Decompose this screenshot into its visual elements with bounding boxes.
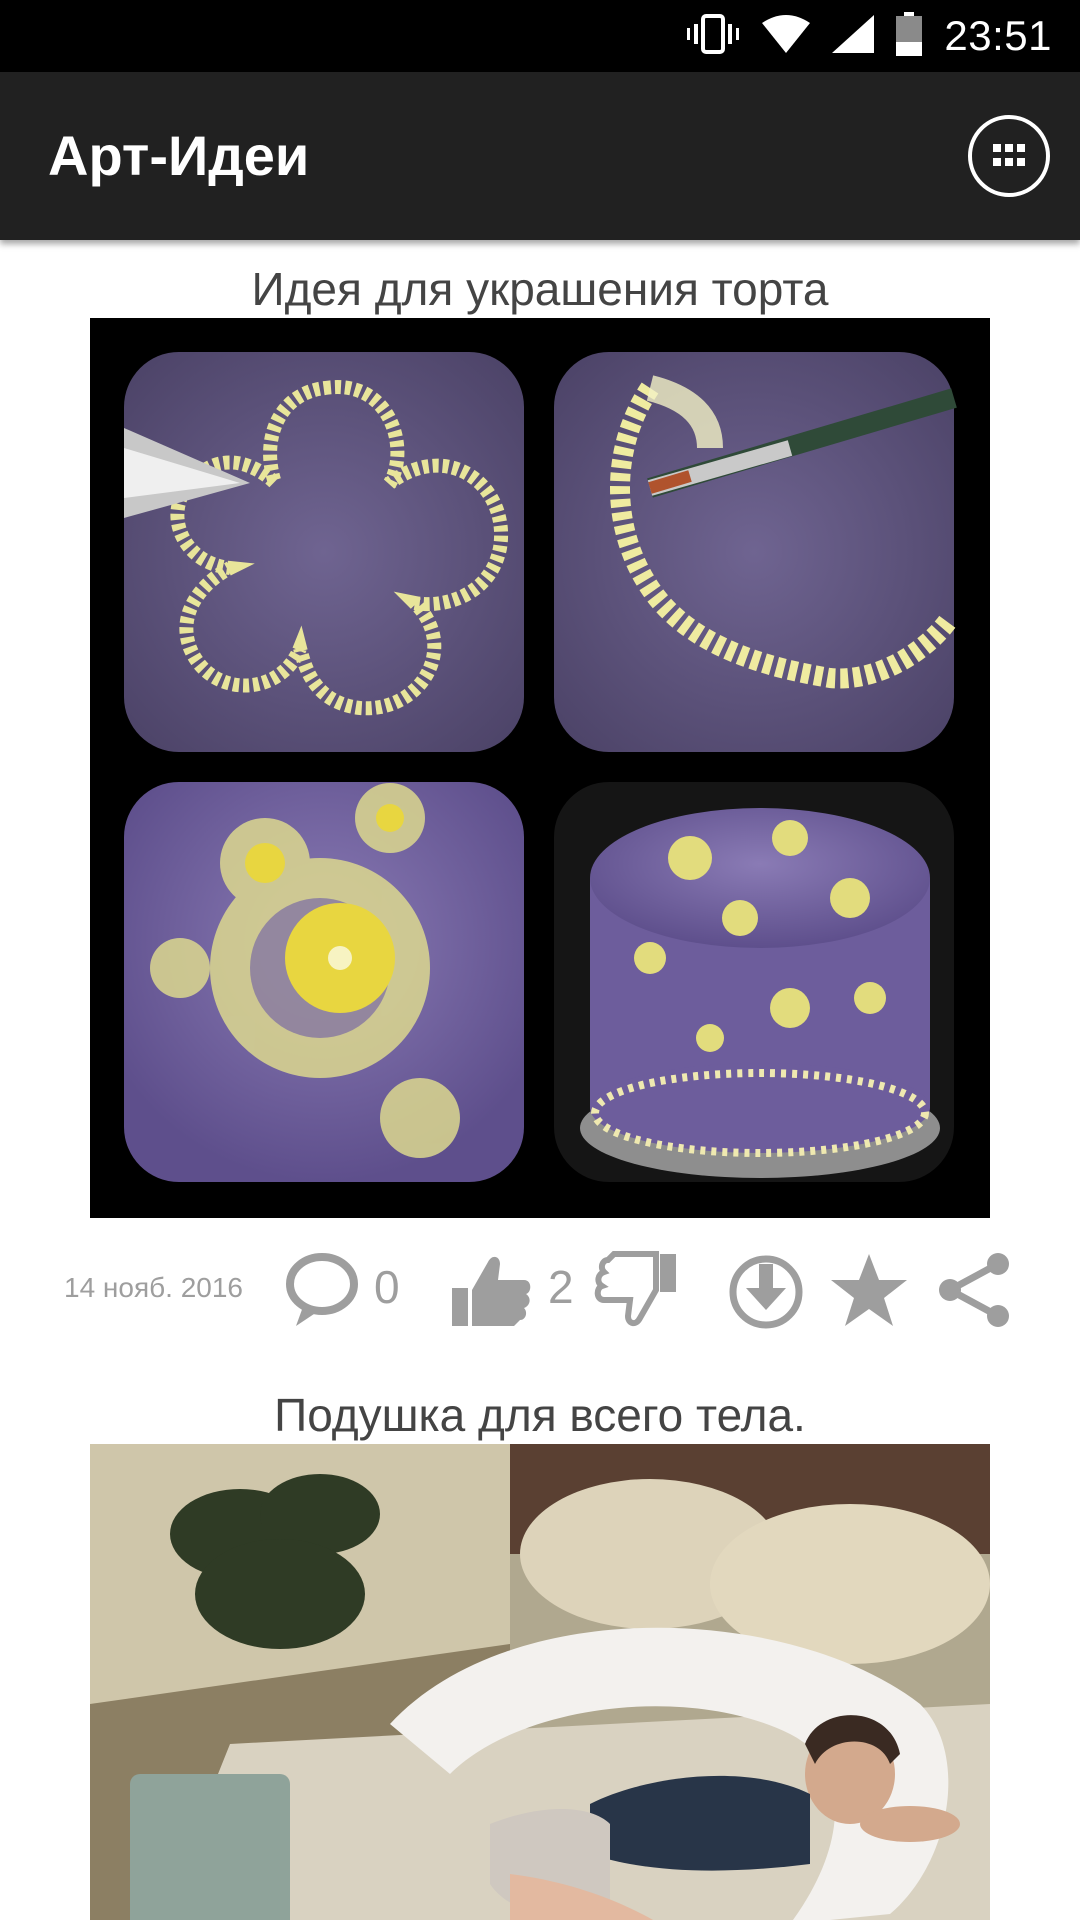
like-count: 2 <box>548 1261 574 1313</box>
post-image-pillow[interactable] <box>90 1444 990 1920</box>
post-title: Подушка для всего тела. <box>274 1389 806 1441</box>
grid-menu-icon <box>993 144 1025 166</box>
app-title: Арт-Идеи <box>48 124 310 187</box>
wifi-icon <box>762 14 811 58</box>
status-icons: 23:51 <box>686 0 1052 72</box>
status-bar: 23:51 <box>0 0 1080 72</box>
post-title: Идея для украшения торта <box>251 263 829 315</box>
comment-count: 0 <box>374 1261 400 1313</box>
grid-menu-button[interactable] <box>968 115 1050 197</box>
post-actions: 14 нояб. 2016 0 2 <box>0 1240 1080 1340</box>
post-image-cake[interactable] <box>90 318 990 1218</box>
feed[interactable]: Идея для украшения торта 14 нояб. 2016 0… <box>0 240 1080 1920</box>
vibrate-icon <box>686 13 740 59</box>
share-icon[interactable] <box>934 1250 1014 1330</box>
star-icon[interactable] <box>828 1250 910 1330</box>
signal-icon <box>832 14 875 58</box>
thumb-up-icon[interactable] <box>448 1250 534 1330</box>
app-bar: Арт-Идеи <box>0 72 1080 240</box>
battery-icon <box>896 11 923 61</box>
thumb-down-icon[interactable] <box>594 1250 680 1330</box>
comment-icon[interactable] <box>282 1250 362 1330</box>
status-time: 23:51 <box>944 12 1052 59</box>
download-icon[interactable] <box>726 1250 806 1330</box>
post-date: 14 нояб. 2016 <box>64 1272 244 1303</box>
